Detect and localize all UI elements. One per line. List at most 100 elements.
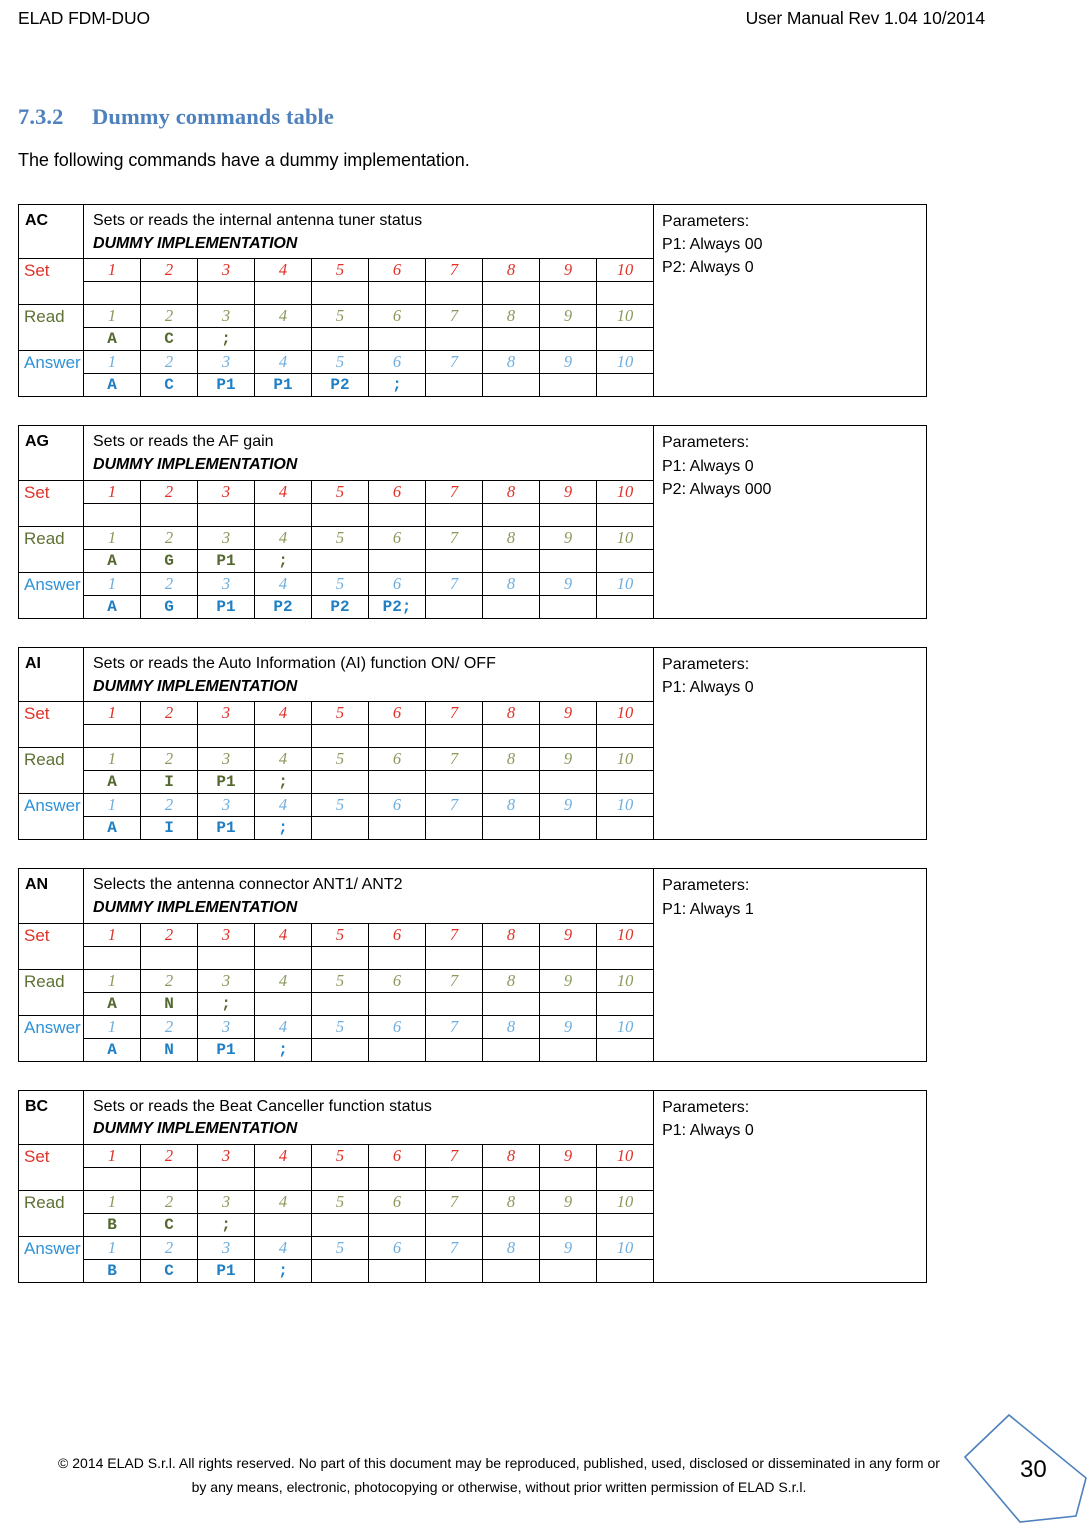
column-index: 8	[482, 793, 540, 818]
section-number: 7.3.2	[18, 104, 64, 129]
column-index: 1	[83, 350, 141, 375]
column-index: 4	[254, 258, 312, 283]
set-value-cell	[254, 1167, 312, 1192]
column-index: 3	[197, 304, 255, 329]
column-index: 9	[539, 304, 597, 329]
column-index: 2	[140, 701, 198, 726]
row-label-read: Read	[18, 968, 84, 1016]
read-value-cell: P1	[197, 770, 255, 795]
column-index: 1	[83, 968, 141, 993]
column-index: 4	[254, 1236, 312, 1261]
set-value-cell	[482, 281, 540, 306]
set-value-cell	[254, 281, 312, 306]
column-index: 5	[311, 304, 369, 329]
column-index: 2	[140, 1014, 198, 1039]
command-table-an: AN Selects the antenna connector ANT1/ AN…	[18, 868, 928, 1062]
read-value-cell: ;	[254, 770, 312, 795]
column-index: 7	[425, 1014, 483, 1039]
read-value-cell	[254, 327, 312, 352]
answer-value-cell	[482, 1259, 540, 1284]
column-index: 2	[140, 1236, 198, 1261]
read-value-cell	[595, 991, 655, 1016]
column-index: 9	[539, 968, 597, 993]
answer-value-cell: P1	[197, 594, 255, 619]
read-value-cell: A	[83, 548, 141, 573]
read-value-cell	[254, 1213, 312, 1238]
row-label-answer: Answer	[18, 571, 84, 619]
column-index: 8	[482, 258, 540, 283]
column-index: 3	[197, 968, 255, 993]
dummy-implementation-note: DUMMY IMPLEMENTATION	[93, 677, 298, 695]
answer-value-cell: P1	[197, 816, 255, 841]
row-label-answer: Answer	[18, 1014, 84, 1062]
set-value-cell	[539, 1167, 597, 1192]
answer-value-cell: P2	[311, 594, 369, 619]
column-index: 4	[254, 747, 312, 772]
column-index: 1	[83, 922, 141, 947]
column-index: 10	[595, 793, 655, 818]
column-index: 9	[539, 701, 597, 726]
column-index: 6	[368, 793, 426, 818]
column-index: 7	[425, 701, 483, 726]
column-index: 2	[140, 747, 198, 772]
command-description-text: Sets or reads the internal antenna tuner…	[93, 212, 423, 229]
parameter-line: P2: Always 0	[662, 259, 754, 277]
answer-value-cell	[482, 594, 540, 619]
answer-value-cell	[539, 1259, 597, 1284]
set-value-cell	[140, 502, 198, 527]
command-table-ai: AI Sets or reads the Auto Information (AI…	[18, 646, 928, 841]
column-index: 7	[425, 1236, 483, 1261]
set-value-cell	[539, 502, 597, 527]
set-value-cell	[254, 502, 312, 527]
read-value-cell	[425, 327, 483, 352]
dummy-implementation-note: DUMMY IMPLEMENTATION	[93, 1120, 298, 1138]
answer-value-cell: N	[140, 1037, 198, 1062]
command-description-text: Sets or reads the AF gain	[93, 433, 274, 451]
read-value-cell	[595, 1213, 655, 1238]
column-index: 6	[368, 525, 426, 550]
column-index: 10	[595, 258, 655, 283]
row-label-answer: Answer	[18, 793, 84, 841]
command-description: Selects the antenna connector ANT1/ ANT2…	[82, 868, 655, 924]
read-value-cell: G	[140, 548, 198, 573]
set-value-cell	[254, 945, 312, 970]
command-code: AN	[18, 868, 84, 924]
column-index: 5	[311, 701, 369, 726]
column-index: 10	[595, 1236, 655, 1261]
set-value-cell	[368, 945, 426, 970]
column-index: 9	[539, 525, 597, 550]
column-index: 2	[140, 1144, 198, 1169]
set-value-cell	[425, 281, 483, 306]
answer-value-cell	[539, 594, 597, 619]
column-index: 9	[539, 571, 597, 596]
read-value-cell	[425, 548, 483, 573]
column-index: 9	[539, 350, 597, 375]
column-index: 3	[197, 922, 255, 947]
read-value-cell: ;	[197, 1213, 255, 1238]
column-index: 6	[368, 968, 426, 993]
set-value-cell	[254, 724, 312, 749]
read-value-cell	[596, 548, 654, 573]
row-label-answer: Answer	[18, 350, 84, 398]
read-value-cell: I	[140, 770, 198, 795]
read-value-cell	[482, 991, 540, 1016]
set-value-cell	[425, 945, 483, 970]
column-index: 6	[368, 1236, 426, 1261]
read-value-cell: A	[83, 327, 141, 352]
command-code: BC	[18, 1089, 84, 1146]
set-value-cell	[482, 945, 540, 970]
set-value-cell	[425, 1167, 483, 1192]
set-value-cell	[140, 281, 198, 306]
column-index: 9	[539, 1236, 597, 1261]
column-index: 1	[83, 479, 141, 504]
column-index: 2	[140, 922, 198, 947]
answer-value-cell	[482, 816, 540, 841]
read-value-cell	[539, 327, 597, 352]
read-value-cell	[539, 770, 597, 795]
column-index: 3	[197, 701, 255, 726]
column-index: 1	[83, 1190, 141, 1215]
set-value-cell	[595, 1167, 655, 1192]
column-index: 7	[425, 304, 483, 329]
row-label-read: Read	[18, 1190, 84, 1238]
column-index: 6	[368, 701, 426, 726]
